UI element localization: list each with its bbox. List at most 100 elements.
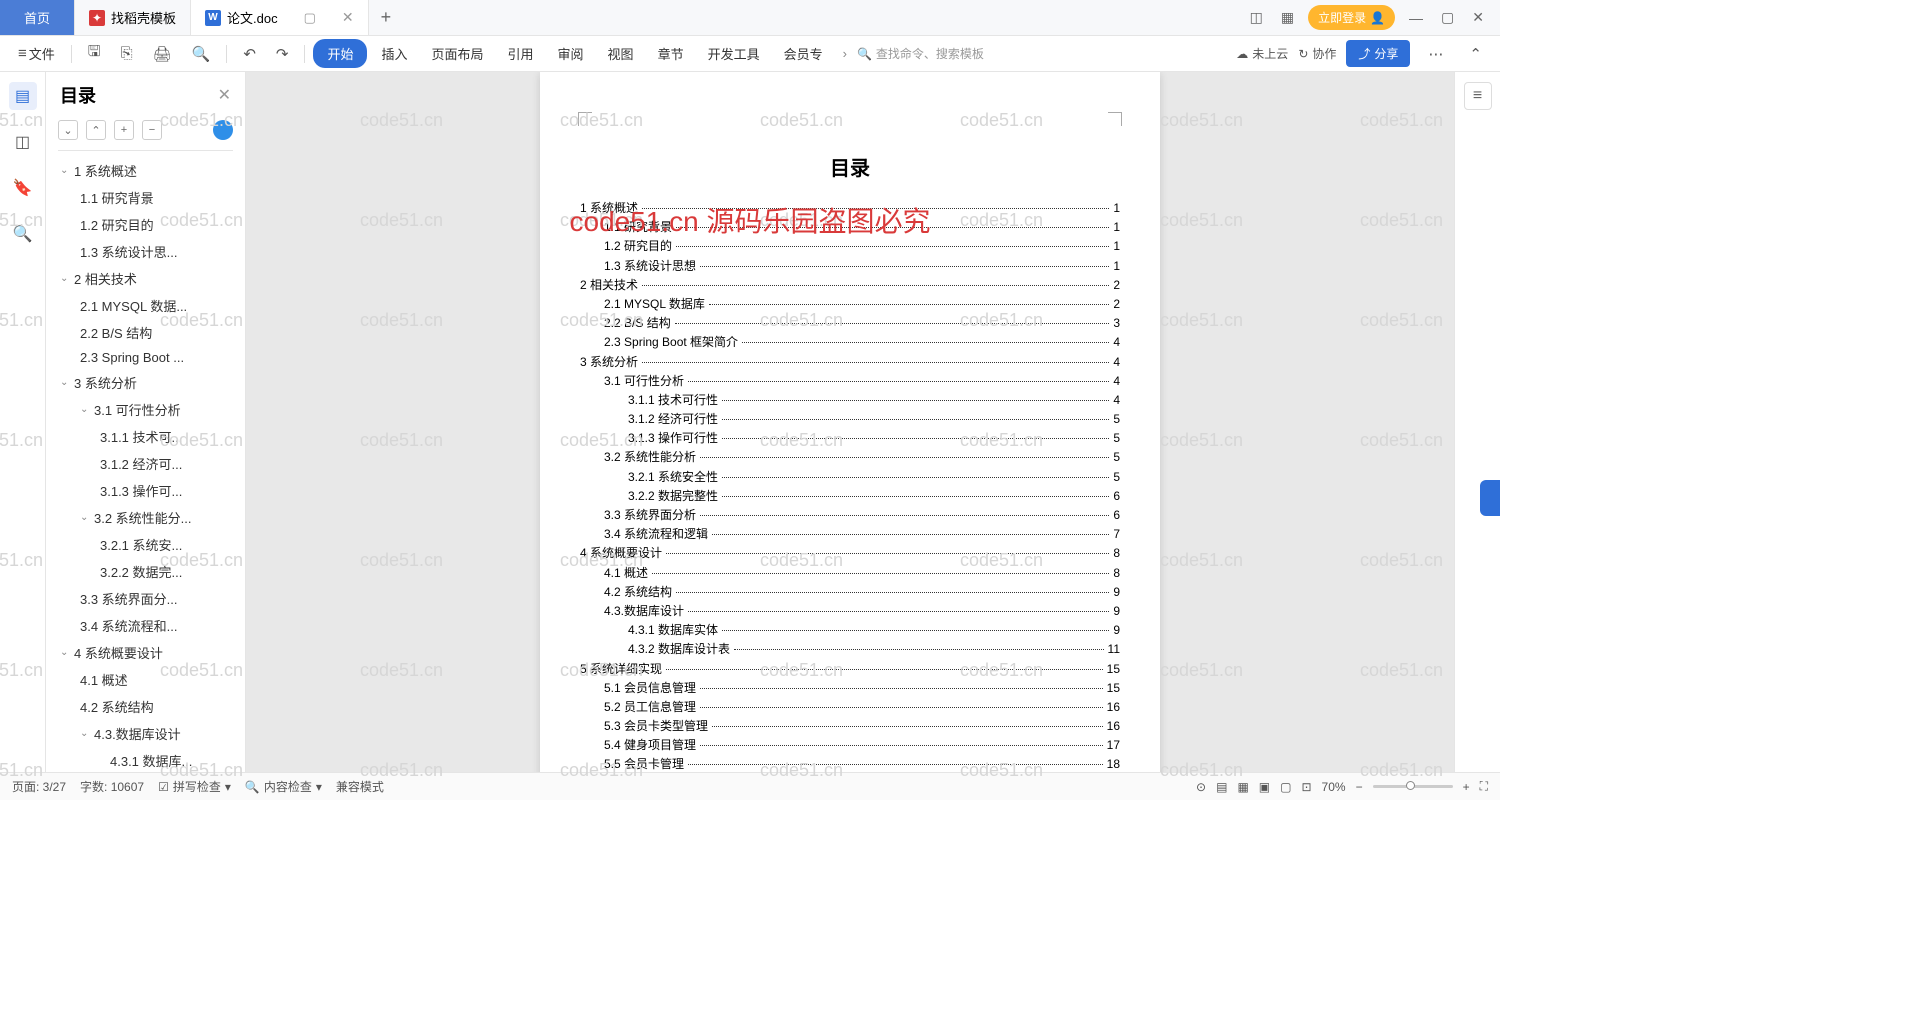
toc-entry[interactable]: 3.1.3 操作可行性5 [580,429,1120,448]
share-button[interactable]: ⤴分享 [1346,40,1410,67]
toc-entry[interactable]: 1.3 系统设计思想1 [580,257,1120,276]
menu-dev-tools[interactable]: 开发工具 [698,38,770,69]
close-window-icon[interactable]: ✕ [1468,9,1488,26]
chevron-down-icon[interactable]: ⌄ [60,647,70,658]
view-print-icon[interactable]: ▢ [1280,780,1291,794]
outline-item[interactable]: ⌄3 系统分析 [46,369,245,396]
zoom-handle[interactable] [1406,781,1415,790]
toc-entry[interactable]: 1.1 研究背景1 [580,218,1120,237]
toc-entry[interactable]: 3.1.1 技术可行性4 [580,391,1120,410]
toc-entry[interactable]: 5.1 会员信息管理15 [580,679,1120,698]
layout-icon[interactable]: ◫ [1246,9,1267,26]
chevron-down-icon[interactable]: ⌄ [60,165,70,176]
rail-bookmark-icon[interactable]: 🔖 [9,174,37,202]
zoom-out-icon[interactable]: − [1356,780,1363,794]
outline-list[interactable]: ⌄1 系统概述1.1 研究背景1.2 研究目的1.3 系统设计思...⌄2 相关… [46,157,245,772]
toc-entry[interactable]: 1.2 研究目的1 [580,237,1120,256]
outline-item[interactable]: ⌄4 系统概要设计 [46,639,245,666]
tab-close-icon[interactable]: ✕ [342,9,354,26]
outline-item[interactable]: ⌄3.2 系统性能分... [46,504,245,531]
toc-entry[interactable]: 5.5 会员卡管理18 [580,755,1120,772]
fullscreen-icon[interactable]: ⛶ [1480,779,1488,794]
toc-entry[interactable]: 3.2.2 数据完整性6 [580,487,1120,506]
status-contentcheck[interactable]: 🔍内容检查 ▾ [245,778,322,795]
status-compat[interactable]: 兼容模式 [336,778,384,795]
toc-entry[interactable]: 3.1 可行性分析4 [580,372,1120,391]
outline-item[interactable]: 2.2 B/S 结构 [46,319,245,346]
outline-item[interactable]: 3.1.2 经济可... [46,450,245,477]
redo-icon[interactable]: ↷ [268,41,297,67]
menu-start[interactable]: 开始 [313,39,367,68]
outline-item[interactable]: 3.1.1 技术可... [46,423,245,450]
toc-entry[interactable]: 5.2 员工信息管理16 [580,698,1120,717]
rail-pages-icon[interactable]: ◫ [9,128,37,156]
right-rail-menu-icon[interactable]: ≡ [1464,82,1492,110]
toc-entry[interactable]: 3.1.2 经济可行性5 [580,410,1120,429]
more-icon[interactable]: ⋯ [1420,41,1451,67]
command-search[interactable]: 🔍查找命令、搜索模板 [857,45,984,62]
minimize-icon[interactable]: — [1405,10,1427,26]
outline-item[interactable]: 4.1 概述 [46,666,245,693]
outline-item[interactable]: ⌄4.3.数据库设计 [46,720,245,747]
chevron-down-icon[interactable]: ⌄ [80,404,90,415]
outline-item[interactable]: ⌄1 系统概述 [46,157,245,184]
outline-item[interactable]: 4.2 系统结构 [46,693,245,720]
toc-entry[interactable]: 2.1 MYSQL 数据库2 [580,295,1120,314]
collab-button[interactable]: ↻协作 [1298,45,1336,62]
toc-entry[interactable]: 3.4 系统流程和逻辑7 [580,525,1120,544]
feedback-tab[interactable] [1480,480,1500,516]
outline-expand-icon[interactable]: ⌃ [86,120,106,140]
menu-member[interactable]: 会员专 [774,38,833,69]
outline-item[interactable]: 2.1 MYSQL 数据... [46,292,245,319]
toc-entry[interactable]: 3.2 系统性能分析5 [580,448,1120,467]
zoom-slider[interactable] [1373,785,1453,788]
menu-reference[interactable]: 引用 [498,38,544,69]
view-web-icon[interactable]: ▣ [1259,780,1270,794]
outline-item[interactable]: ⌄3.1 可行性分析 [46,396,245,423]
outline-close-icon[interactable]: ✕ [218,85,231,105]
toc-entry[interactable]: 3.2.1 系统安全性5 [580,468,1120,487]
toc-entry[interactable]: 4.3.数据库设计9 [580,602,1120,621]
toc-entry[interactable]: 3.3 系统界面分析6 [580,506,1120,525]
outline-collapse-icon[interactable]: ⌄ [58,120,78,140]
outline-item[interactable]: 3.2.1 系统安... [46,531,245,558]
outline-item[interactable]: 3.1.3 操作可... [46,477,245,504]
rail-outline-icon[interactable]: ▤ [9,82,37,110]
outline-item[interactable]: ⌄2 相关技术 [46,265,245,292]
status-wordcount[interactable]: 字数: 10607 [80,778,144,795]
toc-entry[interactable]: 4.1 概述8 [580,564,1120,583]
tab-document[interactable]: W 论文.doc ▢ ✕ [191,0,369,35]
menu-insert[interactable]: 插入 [371,38,417,69]
toc-entry[interactable]: 4.2 系统结构9 [580,583,1120,602]
chevron-down-icon[interactable]: ⌄ [60,377,70,388]
print-icon[interactable]: 🖨 [145,41,180,67]
outline-remove-icon[interactable]: − [142,120,162,140]
outline-item[interactable]: 1.2 研究目的 [46,211,245,238]
outline-add-icon[interactable]: + [114,120,134,140]
rail-search-icon[interactable]: 🔍 [9,220,37,248]
outline-item[interactable]: 3.4 系统流程和... [46,612,245,639]
chevron-down-icon[interactable]: ⌄ [80,512,90,523]
toc-entry[interactable]: 4 系统概要设计8 [580,544,1120,563]
outline-badge-icon[interactable] [213,120,233,140]
outline-item[interactable]: 1.1 研究背景 [46,184,245,211]
toc-entry[interactable]: 4.3.2 数据库设计表11 [580,640,1120,659]
document-viewport[interactable]: 目录 1 系统概述11.1 研究背景11.2 研究目的11.3 系统设计思想12… [246,72,1454,772]
maximize-icon[interactable]: ▢ [1437,9,1458,26]
collapse-ribbon-icon[interactable]: ⌃ [1461,41,1490,67]
toc-entry[interactable]: 1 系统概述1 [580,199,1120,218]
print-preview-icon[interactable]: 🔍 [184,41,219,67]
zoom-level[interactable]: 70% [1322,780,1346,794]
menu-view[interactable]: 视图 [598,38,644,69]
status-spellcheck[interactable]: ☑拼写检查 ▾ [158,778,231,795]
outline-item[interactable]: 2.3 Spring Boot ... [46,346,245,369]
apps-icon[interactable]: ▦ [1277,9,1298,26]
zoom-fit-icon[interactable]: ⊡ [1301,780,1311,794]
outline-item[interactable]: 1.3 系统设计思... [46,238,245,265]
zoom-in-icon[interactable]: + [1463,780,1470,794]
outline-item[interactable]: 3.2.2 数据完... [46,558,245,585]
reading-mode-icon[interactable]: ⊙ [1196,780,1206,794]
cloud-status[interactable]: ☁未上云 [1236,45,1288,62]
chevron-down-icon[interactable]: ⌄ [80,728,90,739]
undo-icon[interactable]: ↶ [235,41,264,67]
